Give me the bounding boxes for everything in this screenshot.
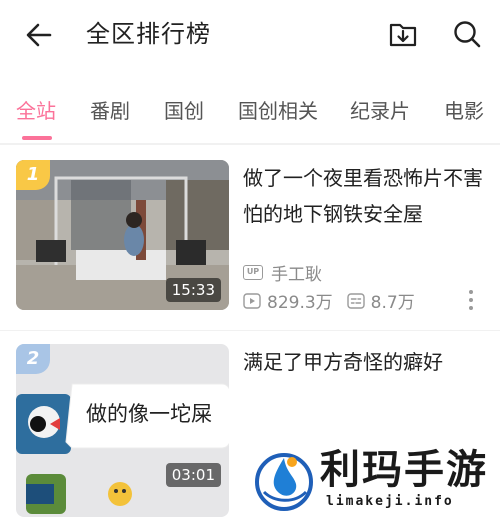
tab-guochuang[interactable]: 国创 (164, 96, 204, 126)
rank-badge: 1 (16, 160, 50, 190)
more-vertical-icon (469, 290, 473, 310)
danmaku-count: 8.7万 (370, 293, 415, 313)
video-title[interactable]: 满足了甲方奇怪的癖好 (243, 344, 488, 380)
more-options-button[interactable] (462, 288, 480, 312)
video-thumbnail[interactable]: 1 15:33 (16, 160, 229, 310)
uploader-row[interactable]: UP 手工耿 (243, 260, 322, 285)
site-watermark: 利玛手游 limakeji.info (248, 444, 500, 517)
watermark-logo-icon (255, 453, 313, 511)
tab-documentary[interactable]: 纪录片 (350, 96, 410, 126)
uploader-name: 手工耿 (271, 265, 322, 285)
category-tabs: 全站 番剧 国创 国创相关 纪录片 电影 (0, 86, 500, 142)
page-title: 全区排行榜 (86, 20, 211, 48)
thumbnail-image (16, 344, 229, 517)
tab-movie[interactable]: 电影 (444, 96, 484, 126)
thumbnail-caption: 做的像一坨屎 (86, 402, 212, 426)
top-bar: 全区排行榜 (0, 0, 500, 72)
active-tab-indicator (22, 136, 52, 140)
video-duration: 15:33 (165, 278, 221, 302)
danmaku-icon (346, 292, 365, 309)
divider (0, 143, 500, 145)
up-badge-icon: UP (243, 265, 263, 280)
download-icon (389, 23, 417, 47)
divider (0, 330, 500, 331)
tab-anime[interactable]: 番剧 (90, 96, 130, 126)
play-count-icon (243, 292, 261, 309)
video-thumbnail[interactable]: 做的像一坨屎 2 03:01 (16, 344, 229, 517)
tab-all[interactable]: 全站 (16, 96, 56, 126)
ranking-item[interactable]: 1 15:33 做了一个夜里看恐怖片不害怕的地下钢铁安全屋 UP 手工耿 829… (0, 160, 500, 340)
back-button[interactable] (22, 18, 56, 52)
tab-guochuang-related[interactable]: 国创相关 (238, 96, 318, 126)
video-title[interactable]: 做了一个夜里看恐怖片不害怕的地下钢铁安全屋 (243, 160, 488, 232)
stats-row: 829.3万 8.7万 (243, 288, 415, 313)
view-count: 829.3万 (267, 293, 333, 313)
download-button[interactable] (386, 17, 420, 51)
watermark-name: 利玛手游 (320, 447, 488, 493)
rank-badge: 2 (16, 344, 50, 374)
back-arrow-icon (26, 23, 52, 47)
search-icon (454, 21, 481, 48)
video-duration: 03:01 (165, 463, 221, 487)
watermark-url: limakeji.info (326, 494, 454, 509)
search-button[interactable] (450, 17, 484, 51)
